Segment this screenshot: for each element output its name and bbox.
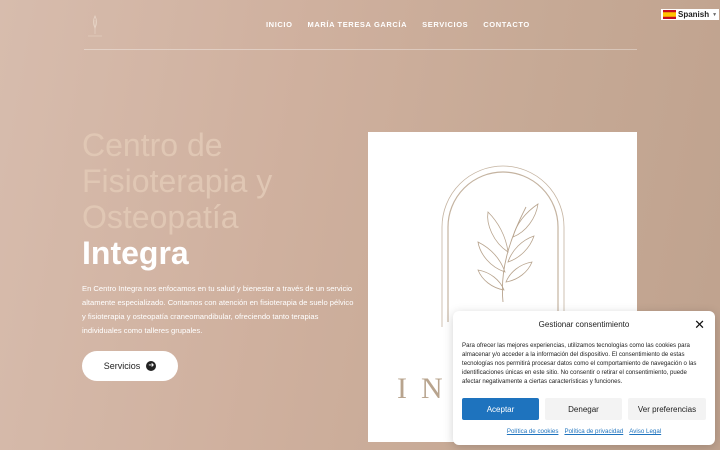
- hero-title: Centro de Fisioterapia y Osteopatía Inte…: [82, 127, 362, 271]
- main-nav: INICIO MARÍA TERESA GARCÍA SERVICIOS CON…: [266, 20, 545, 29]
- nav-item-maria-teresa-garcia[interactable]: MARÍA TERESA GARCÍA: [308, 20, 408, 29]
- consent-links: Política de cookies Política de privacid…: [453, 428, 715, 435]
- nav-item-inicio[interactable]: INICIO: [266, 20, 293, 29]
- spain-flag-icon: [663, 10, 676, 19]
- logo[interactable]: [84, 12, 106, 38]
- consent-title: Gestionar consentimiento: [538, 320, 630, 329]
- consent-buttons: Aceptar Denegar Ver preferencias: [462, 398, 706, 420]
- view-preferences-button[interactable]: Ver preferencias: [628, 398, 706, 420]
- legal-notice-link[interactable]: Aviso Legal: [629, 428, 661, 435]
- hero-title-strong: Integra: [82, 235, 189, 271]
- hero-description: En Centro Integra nos enfocamos en tu sa…: [82, 284, 354, 335]
- services-button[interactable]: Servicios ➜: [82, 351, 178, 381]
- deny-button[interactable]: Denegar: [545, 398, 622, 420]
- nav-item-servicios[interactable]: SERVICIOS: [422, 20, 468, 29]
- consent-text: Para ofrecer las mejores experiencias, u…: [462, 342, 697, 385]
- chevron-down-icon: ▼: [712, 11, 718, 18]
- cookie-policy-link[interactable]: Política de cookies: [507, 428, 559, 435]
- accept-button[interactable]: Aceptar: [462, 398, 539, 420]
- services-button-label: Servicios: [103, 361, 141, 371]
- nav-divider: [84, 49, 637, 50]
- arrow-right-icon: ➜: [146, 361, 157, 371]
- nav-item-contacto[interactable]: CONTACTO: [483, 20, 530, 29]
- language-selector[interactable]: Spanish ▼: [661, 9, 720, 20]
- language-label: Spanish: [678, 10, 710, 19]
- logo-wordmark: IN: [397, 372, 457, 405]
- close-icon[interactable]: ✕: [694, 318, 705, 331]
- hero-title-light: Centro de Fisioterapia y Osteopatía: [82, 127, 273, 235]
- cookie-consent-dialog: Gestionar consentimiento ✕ Para ofrecer …: [453, 311, 715, 445]
- privacy-policy-link[interactable]: Política de privacidad: [564, 428, 623, 435]
